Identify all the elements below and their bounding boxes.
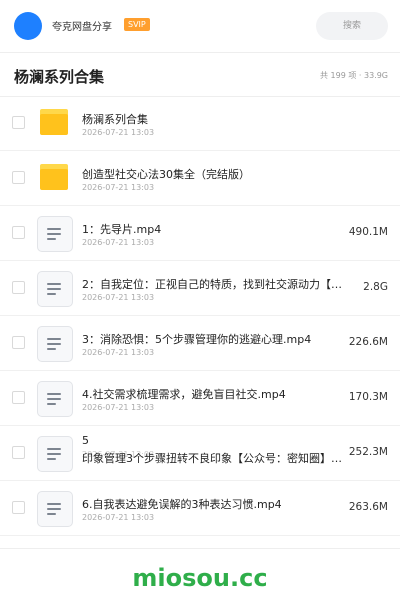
file-doc-icon (37, 436, 73, 472)
select-checkbox[interactable] (12, 171, 25, 184)
list-item[interactable]: 3：消除恐惧：5个步骤管理你的逃避心理.mp4 2026-07-21 13:03… (0, 316, 400, 371)
watermark: miosou.cc (132, 564, 268, 592)
list-item[interactable]: 创造型社交心法30集全（完结版） 2026-07-21 13:03 (0, 151, 400, 206)
search-button[interactable]: 搜索 (316, 12, 388, 40)
share-summary: 共 199 项 · 33.9G (320, 71, 388, 80)
file-name: 2：自我定位：正视自己的特质，找到社交源动力【公众号：密知圈】.mp4 (82, 278, 352, 291)
file-doc-icon (37, 381, 73, 417)
file-list: 杨澜系列合集 2026-07-21 13:03 创造型社交心法30集全（完结版）… (0, 96, 400, 536)
select-checkbox[interactable] (12, 446, 25, 459)
folder-icon (40, 164, 68, 190)
select-checkbox[interactable] (12, 336, 25, 349)
share-titlebar: 杨澜系列合集 共 199 项 · 33.9G (0, 52, 400, 97)
file-date: 2026-07-21 13:03 (82, 238, 155, 247)
folder-icon (40, 109, 68, 135)
list-item[interactable]: 6.自我表达避免误解的3种表达习惯.mp4 2026-07-21 13:03 2… (0, 481, 400, 536)
file-date: 2026-07-21 13:03 (82, 348, 155, 357)
file-size: 263.6M (348, 501, 388, 513)
file-date: 2026-07-21 13:03 (82, 403, 155, 412)
select-checkbox[interactable] (12, 226, 25, 239)
sharer-name: 夸克网盘分享 (52, 22, 112, 33)
file-doc-icon (37, 271, 73, 307)
file-name: 4.社交需求梳理需求，避免盲目社交.mp4 (82, 388, 286, 401)
app-header: 夸克网盘分享 SVIP 搜索 (0, 0, 400, 53)
file-name: 杨澜系列合集 (82, 113, 148, 126)
file-size: 252.3M (348, 446, 388, 458)
list-item[interactable]: 2026-07-21 13:03 5 印象管理3个步骤扭转不良印象【公众号：密知… (0, 426, 400, 481)
file-size: 2.8G (363, 281, 388, 293)
select-checkbox[interactable] (12, 116, 25, 129)
select-checkbox[interactable] (12, 281, 25, 294)
file-date: 2026-07-21 13:03 (82, 513, 155, 522)
list-item[interactable]: 杨澜系列合集 2026-07-21 13:03 (0, 96, 400, 151)
file-size: 170.3M (348, 391, 388, 403)
file-name-line1: 5 (82, 434, 89, 447)
avatar[interactable] (14, 12, 42, 40)
file-size: 226.6M (348, 336, 388, 348)
file-name: 创造型社交心法30集全（完结版） (82, 168, 250, 181)
file-date: 2026-07-21 13:03 (82, 293, 155, 302)
search-label: 搜索 (342, 21, 361, 31)
list-item[interactable]: 1：先导片.mp4 2026-07-21 13:03 490.1M (0, 206, 400, 261)
file-name: 3：消除恐惧：5个步骤管理你的逃避心理.mp4 (82, 333, 312, 346)
file-doc-icon (37, 491, 73, 527)
file-name: 6.自我表达避免误解的3种表达习惯.mp4 (82, 498, 282, 511)
file-name: 1：先导片.mp4 (82, 223, 162, 236)
file-name-line2: 印象管理3个步骤扭转不良印象【公众号：密知圈】.mp4 (82, 452, 344, 465)
file-date: 2026-07-21 13:03 (82, 183, 155, 192)
file-doc-icon (37, 216, 73, 252)
select-checkbox[interactable] (12, 391, 25, 404)
page-title: 杨澜系列合集 (14, 68, 105, 86)
select-checkbox[interactable] (12, 501, 25, 514)
file-date: 2026-07-21 13:03 (82, 128, 155, 137)
list-item[interactable]: 4.社交需求梳理需求，避免盲目社交.mp4 2026-07-21 13:03 1… (0, 371, 400, 426)
file-size: 490.1M (348, 226, 388, 238)
file-doc-icon (37, 326, 73, 362)
svip-badge: SVIP (124, 18, 150, 31)
list-item[interactable]: 2：自我定位：正视自己的特质，找到社交源动力【公众号：密知圈】.mp4 2026… (0, 261, 400, 316)
